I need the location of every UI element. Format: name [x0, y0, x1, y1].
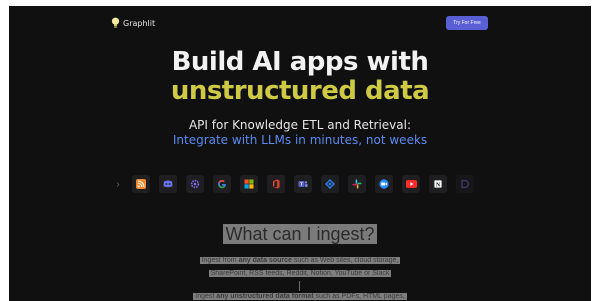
- hero-subtitle-line1: API for Knowledge ETL and Retrieval:: [188, 118, 412, 132]
- brand-name: Graphlit: [123, 18, 156, 28]
- ingest-desc-line2-text: SharePoint, RSS feeds, Reddit, Notion, Y…: [208, 270, 392, 277]
- youtube-icon[interactable]: [402, 175, 420, 193]
- ingest-description-line2: SharePoint, RSS feeds, Reddit, Notion, Y…: [9, 269, 591, 279]
- chevron-left-icon[interactable]: ›: [113, 179, 123, 190]
- desc1-pre: Ingest from: [201, 257, 239, 264]
- desc1-post: such as Web sites, cloud storage,: [291, 257, 399, 264]
- hero-subtitle-line2: Integrate with LLMs in minutes, not week…: [172, 133, 428, 147]
- settings-icon[interactable]: [186, 175, 204, 193]
- ingest-section-title: What can I ingest?: [223, 224, 377, 244]
- microsoft-icon[interactable]: [240, 175, 258, 193]
- ingest-description-line3: Ingest any unstructured data format such…: [9, 292, 591, 301]
- discord-icon[interactable]: [159, 175, 177, 193]
- notion-icon[interactable]: N: [429, 175, 447, 193]
- desc3-emphasis: any unstructured data format: [216, 293, 314, 300]
- more-icon[interactable]: [456, 175, 474, 193]
- brand-logo[interactable]: Graphlit: [111, 16, 155, 30]
- hero-title: Build AI apps with unstructured data: [9, 48, 591, 106]
- rss-icon[interactable]: [132, 175, 150, 193]
- slack-icon[interactable]: [348, 175, 366, 193]
- page-viewport: Graphlit Try For Free Build AI apps with…: [9, 6, 591, 301]
- lightbulb-icon: [111, 17, 120, 29]
- try-for-free-button[interactable]: Try For Free: [446, 16, 488, 30]
- ingest-description-line1: Ingest from any data source such as Web …: [9, 256, 591, 266]
- office-icon[interactable]: [267, 175, 285, 193]
- teams-icon[interactable]: T: [294, 175, 312, 193]
- zoom-icon[interactable]: [375, 175, 393, 193]
- ingest-desc-line3-text: Ingest any unstructured data format such…: [193, 293, 407, 300]
- desc3-pre: Ingest: [195, 293, 217, 300]
- desc3-post: such as PDFs, HTML pages,: [313, 293, 405, 300]
- hero-subtitle: API for Knowledge ETL and Retrieval: Int…: [9, 118, 591, 148]
- hero-title-line1: Build AI apps with: [171, 47, 429, 77]
- integrations-carousel: › T N: [113, 175, 474, 193]
- svg-text:T: T: [300, 182, 303, 187]
- ingest-desc-line1-text: Ingest from any data source such as Web …: [199, 257, 401, 264]
- jira-icon[interactable]: [321, 175, 339, 193]
- desc1-emphasis: any data source: [238, 257, 292, 264]
- hero-title-line2: unstructured data: [170, 76, 430, 106]
- section-divider: [299, 281, 300, 291]
- top-nav: Graphlit Try For Free: [9, 6, 591, 40]
- google-icon[interactable]: [213, 175, 231, 193]
- svg-text:N: N: [436, 182, 441, 188]
